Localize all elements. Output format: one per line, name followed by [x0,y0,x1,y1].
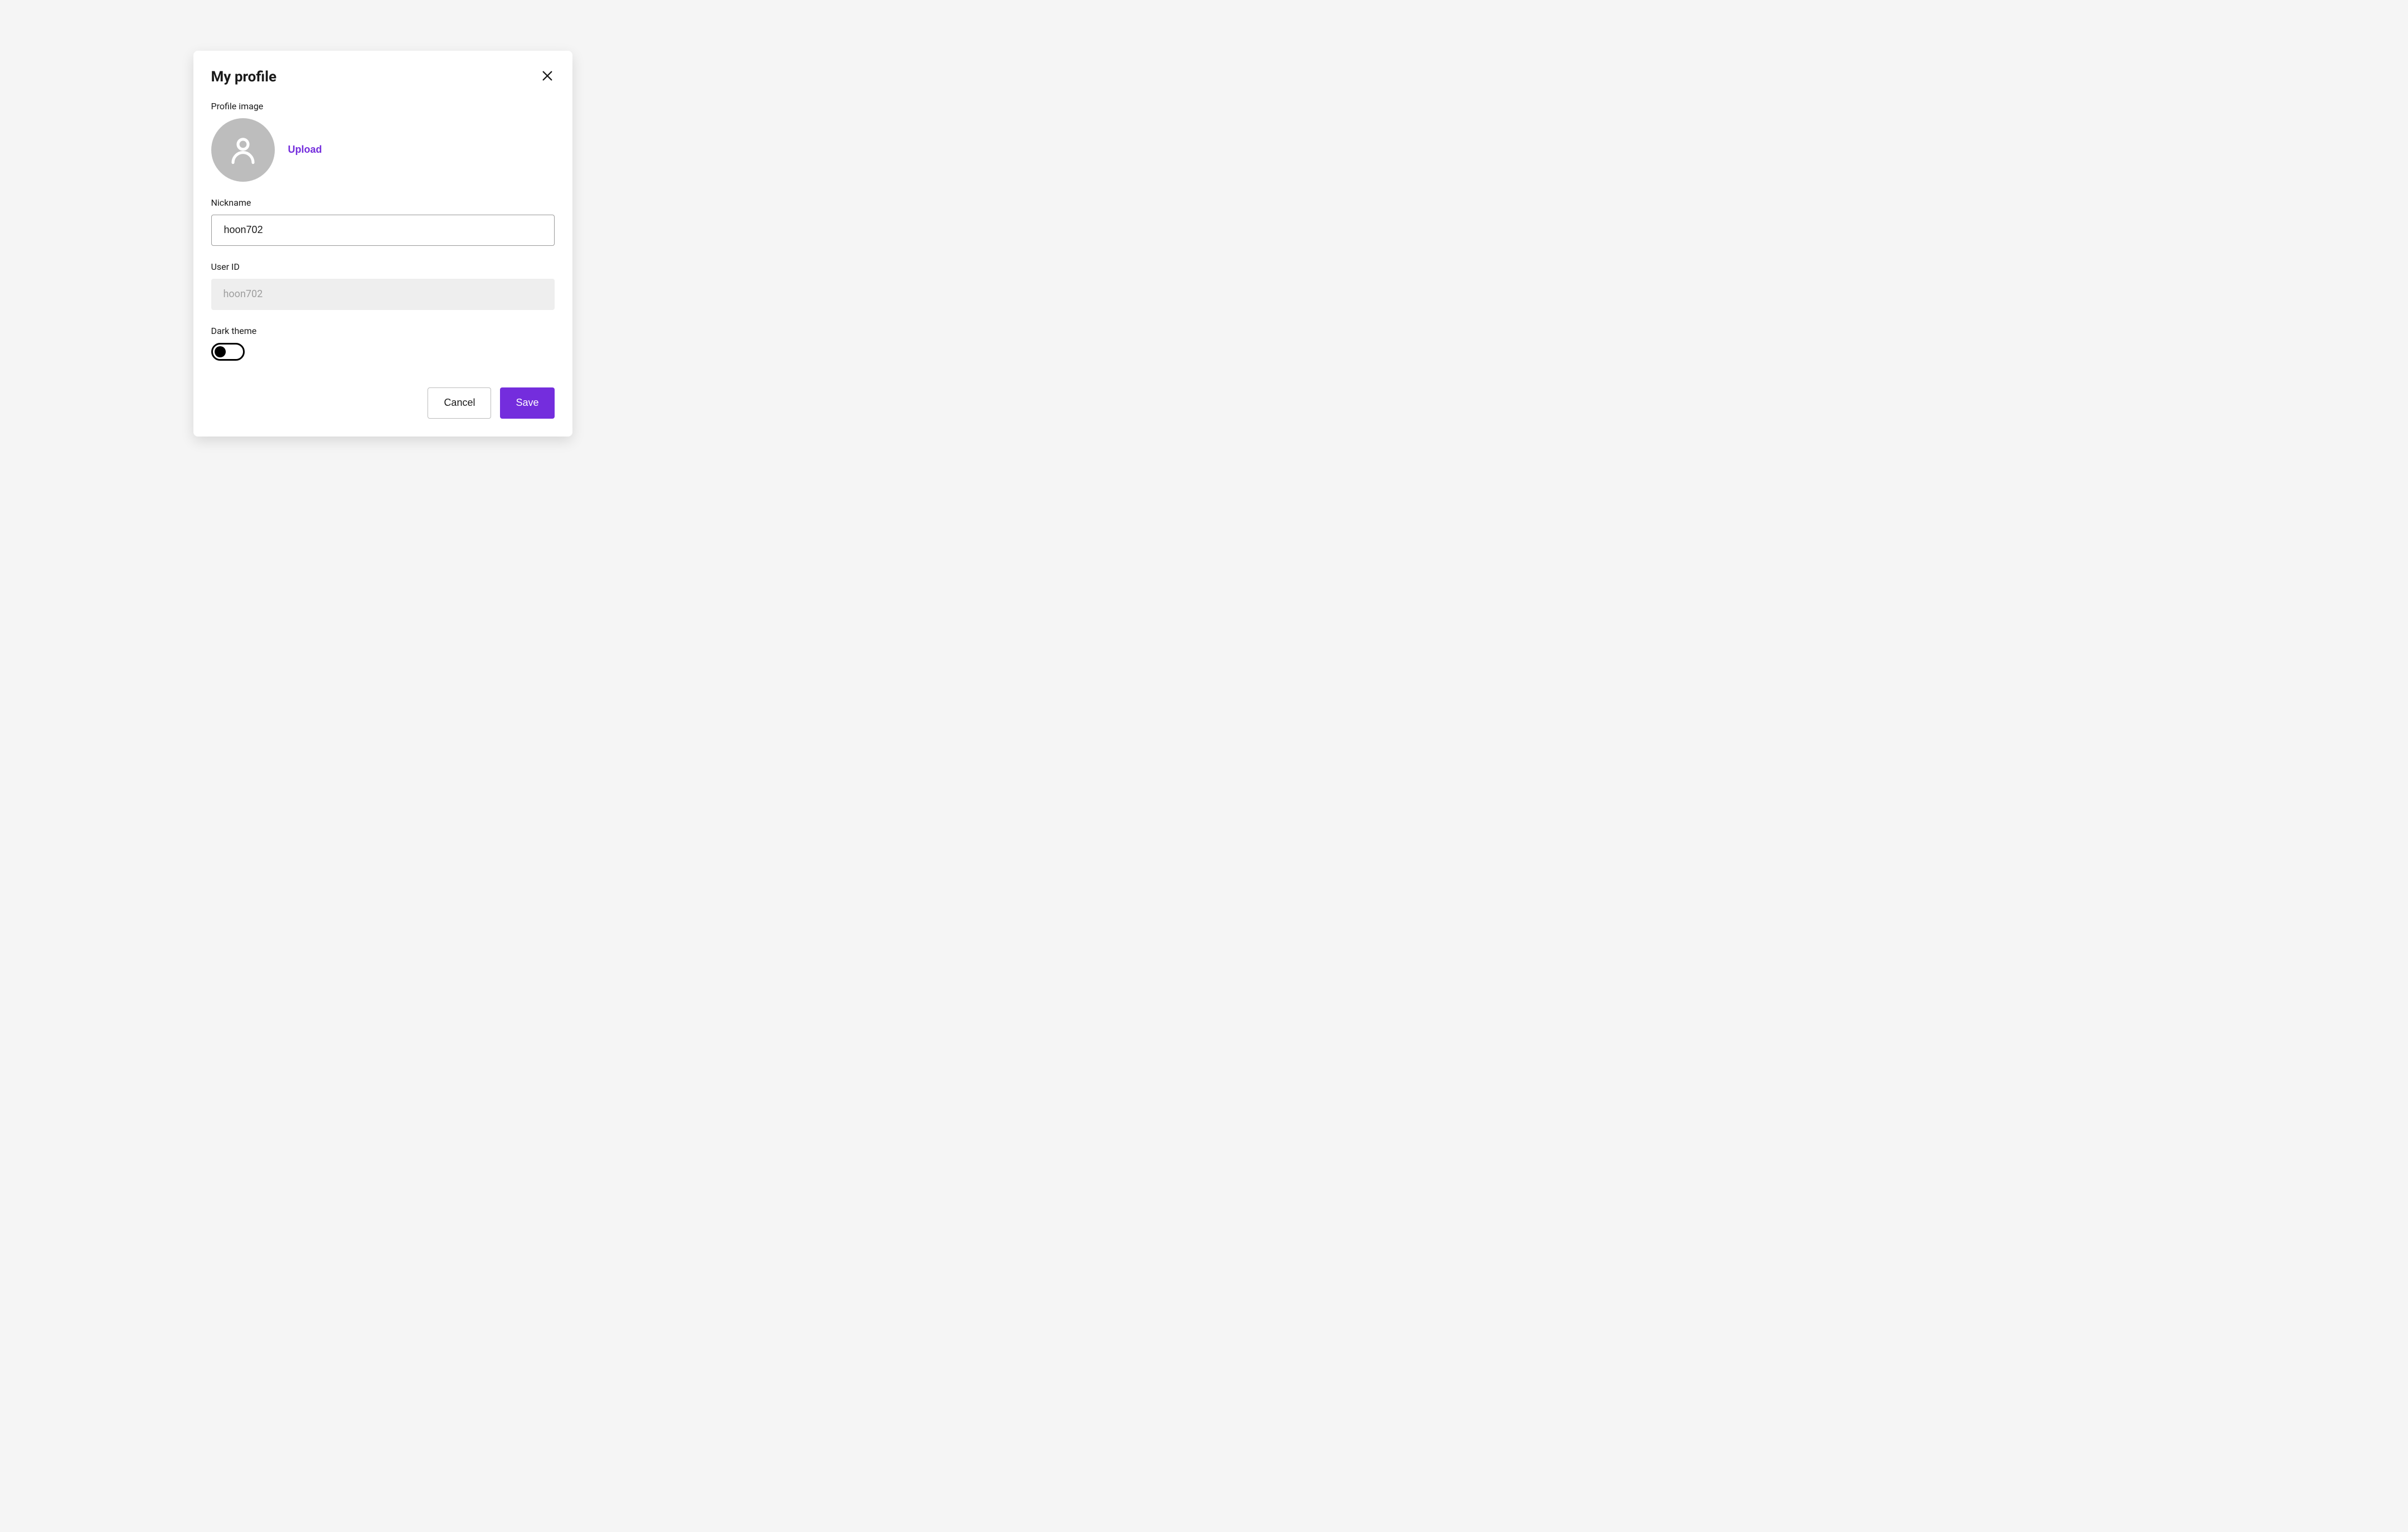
modal-actions: Cancel Save [211,387,555,419]
upload-button[interactable]: Upload [288,144,322,156]
avatar-placeholder [211,118,275,182]
avatar-row: Upload [211,118,555,182]
modal-title: My profile [211,69,277,85]
profile-modal: My profile Profile image Upload Nickname… [193,51,572,437]
close-icon [541,70,554,82]
nickname-label: Nickname [211,197,555,208]
dark-theme-label: Dark theme [211,326,555,336]
user-id-label: User ID [211,261,555,272]
cancel-button[interactable]: Cancel [428,387,491,419]
close-button[interactable] [540,69,555,83]
user-id-value: hoon702 [211,279,555,310]
nickname-input[interactable] [211,215,555,246]
dark-theme-section: Dark theme [211,326,555,361]
user-id-section: User ID hoon702 [211,261,555,310]
profile-image-section: Profile image Upload [211,101,555,182]
save-button[interactable]: Save [500,387,554,419]
dark-theme-toggle[interactable] [211,343,245,361]
profile-image-label: Profile image [211,101,555,111]
nickname-section: Nickname [211,197,555,246]
toggle-knob [215,346,226,357]
modal-header: My profile [211,69,555,85]
user-icon [228,135,258,165]
